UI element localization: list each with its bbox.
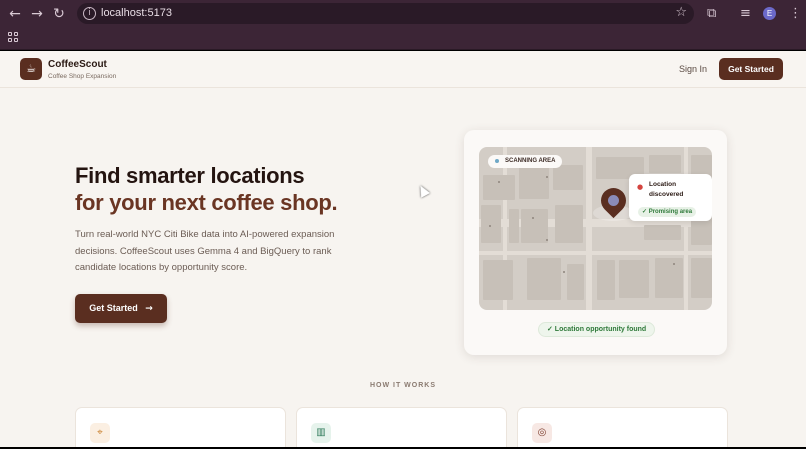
site-header: ☕ CoffeeScout Coffee Shop Expansion Sign… (0, 51, 806, 88)
map-illustration: SCANNING AREA ● Location discovered ✓ Pr… (479, 147, 712, 310)
forward-icon[interactable]: → (29, 6, 45, 22)
arrow-right-icon: → (145, 304, 153, 314)
profile-avatar[interactable]: E (763, 7, 776, 20)
bookmarks-bar (0, 27, 806, 50)
how-it-works-heading: HOW IT WORKS (369, 382, 437, 389)
browser-toolbar: ← → ↻ i localhost:5173 ☆ ⧉ ≡ E ⋮ (0, 0, 806, 27)
promising-area-badge: ✓ Promising area (638, 207, 697, 217)
scanning-area-chip: SCANNING AREA (488, 155, 563, 168)
hero-cta-label: Get Started (89, 303, 138, 313)
url-text[interactable]: localhost:5173 (101, 7, 172, 19)
hero-description-line: candidate locations by opportunity score… (75, 262, 248, 273)
hero-title-line2: for your next coffee shop. (75, 190, 338, 215)
hero-title-line1: Find smarter locations (75, 163, 305, 188)
sign-in-link[interactable]: Sign In (679, 64, 707, 74)
popup-title: Location discovered (649, 181, 684, 198)
more-menu-icon[interactable]: ⋮ (789, 6, 802, 22)
map-pin-icon: ⌖ (90, 423, 110, 443)
hero-description-line: Turn real-world NYC Citi Bike data into … (75, 229, 335, 240)
opportunity-found-badge: ✓ Location opportunity found (538, 322, 656, 337)
brand-subtitle: Coffee Shop Expansion (48, 73, 117, 80)
apps-grid-icon[interactable] (8, 32, 18, 42)
feature-card: ◎ (517, 407, 728, 447)
coffee-cup-icon[interactable]: ☕ (20, 58, 42, 80)
feature-card: ▥ (296, 407, 507, 447)
location-popup: ● Location discovered ✓ Promising area (629, 174, 712, 221)
map-marker-icon: ● (637, 183, 644, 191)
map-preview-card: SCANNING AREA ● Location discovered ✓ Pr… (464, 130, 727, 355)
brand-name[interactable]: CoffeeScout (48, 59, 107, 70)
media-controls-icon[interactable]: ≡ (740, 6, 751, 22)
extensions-icon[interactable]: ⧉ (707, 6, 716, 22)
brain-icon: ◎ (532, 423, 552, 443)
hero-description-line: decisions. CoffeeScout uses Gemma 4 and … (75, 245, 332, 257)
hero-get-started-button[interactable]: Get Started → (75, 294, 167, 323)
back-icon[interactable]: ← (7, 6, 23, 22)
hero-description: Turn real-world NYC Citi Bike data into … (75, 227, 355, 277)
header-get-started-button[interactable]: Get Started (719, 58, 783, 80)
bookmark-star-icon[interactable]: ☆ (675, 5, 687, 20)
address-bar[interactable]: i localhost:5173 ☆ (77, 3, 694, 24)
site-info-icon[interactable]: i (83, 7, 96, 20)
page-viewport: ☕ CoffeeScout Coffee Shop Expansion Sign… (0, 51, 806, 447)
feature-card: ⌖ (75, 407, 286, 447)
reload-icon[interactable]: ↻ (51, 6, 67, 22)
bar-chart-icon: ▥ (311, 423, 331, 443)
